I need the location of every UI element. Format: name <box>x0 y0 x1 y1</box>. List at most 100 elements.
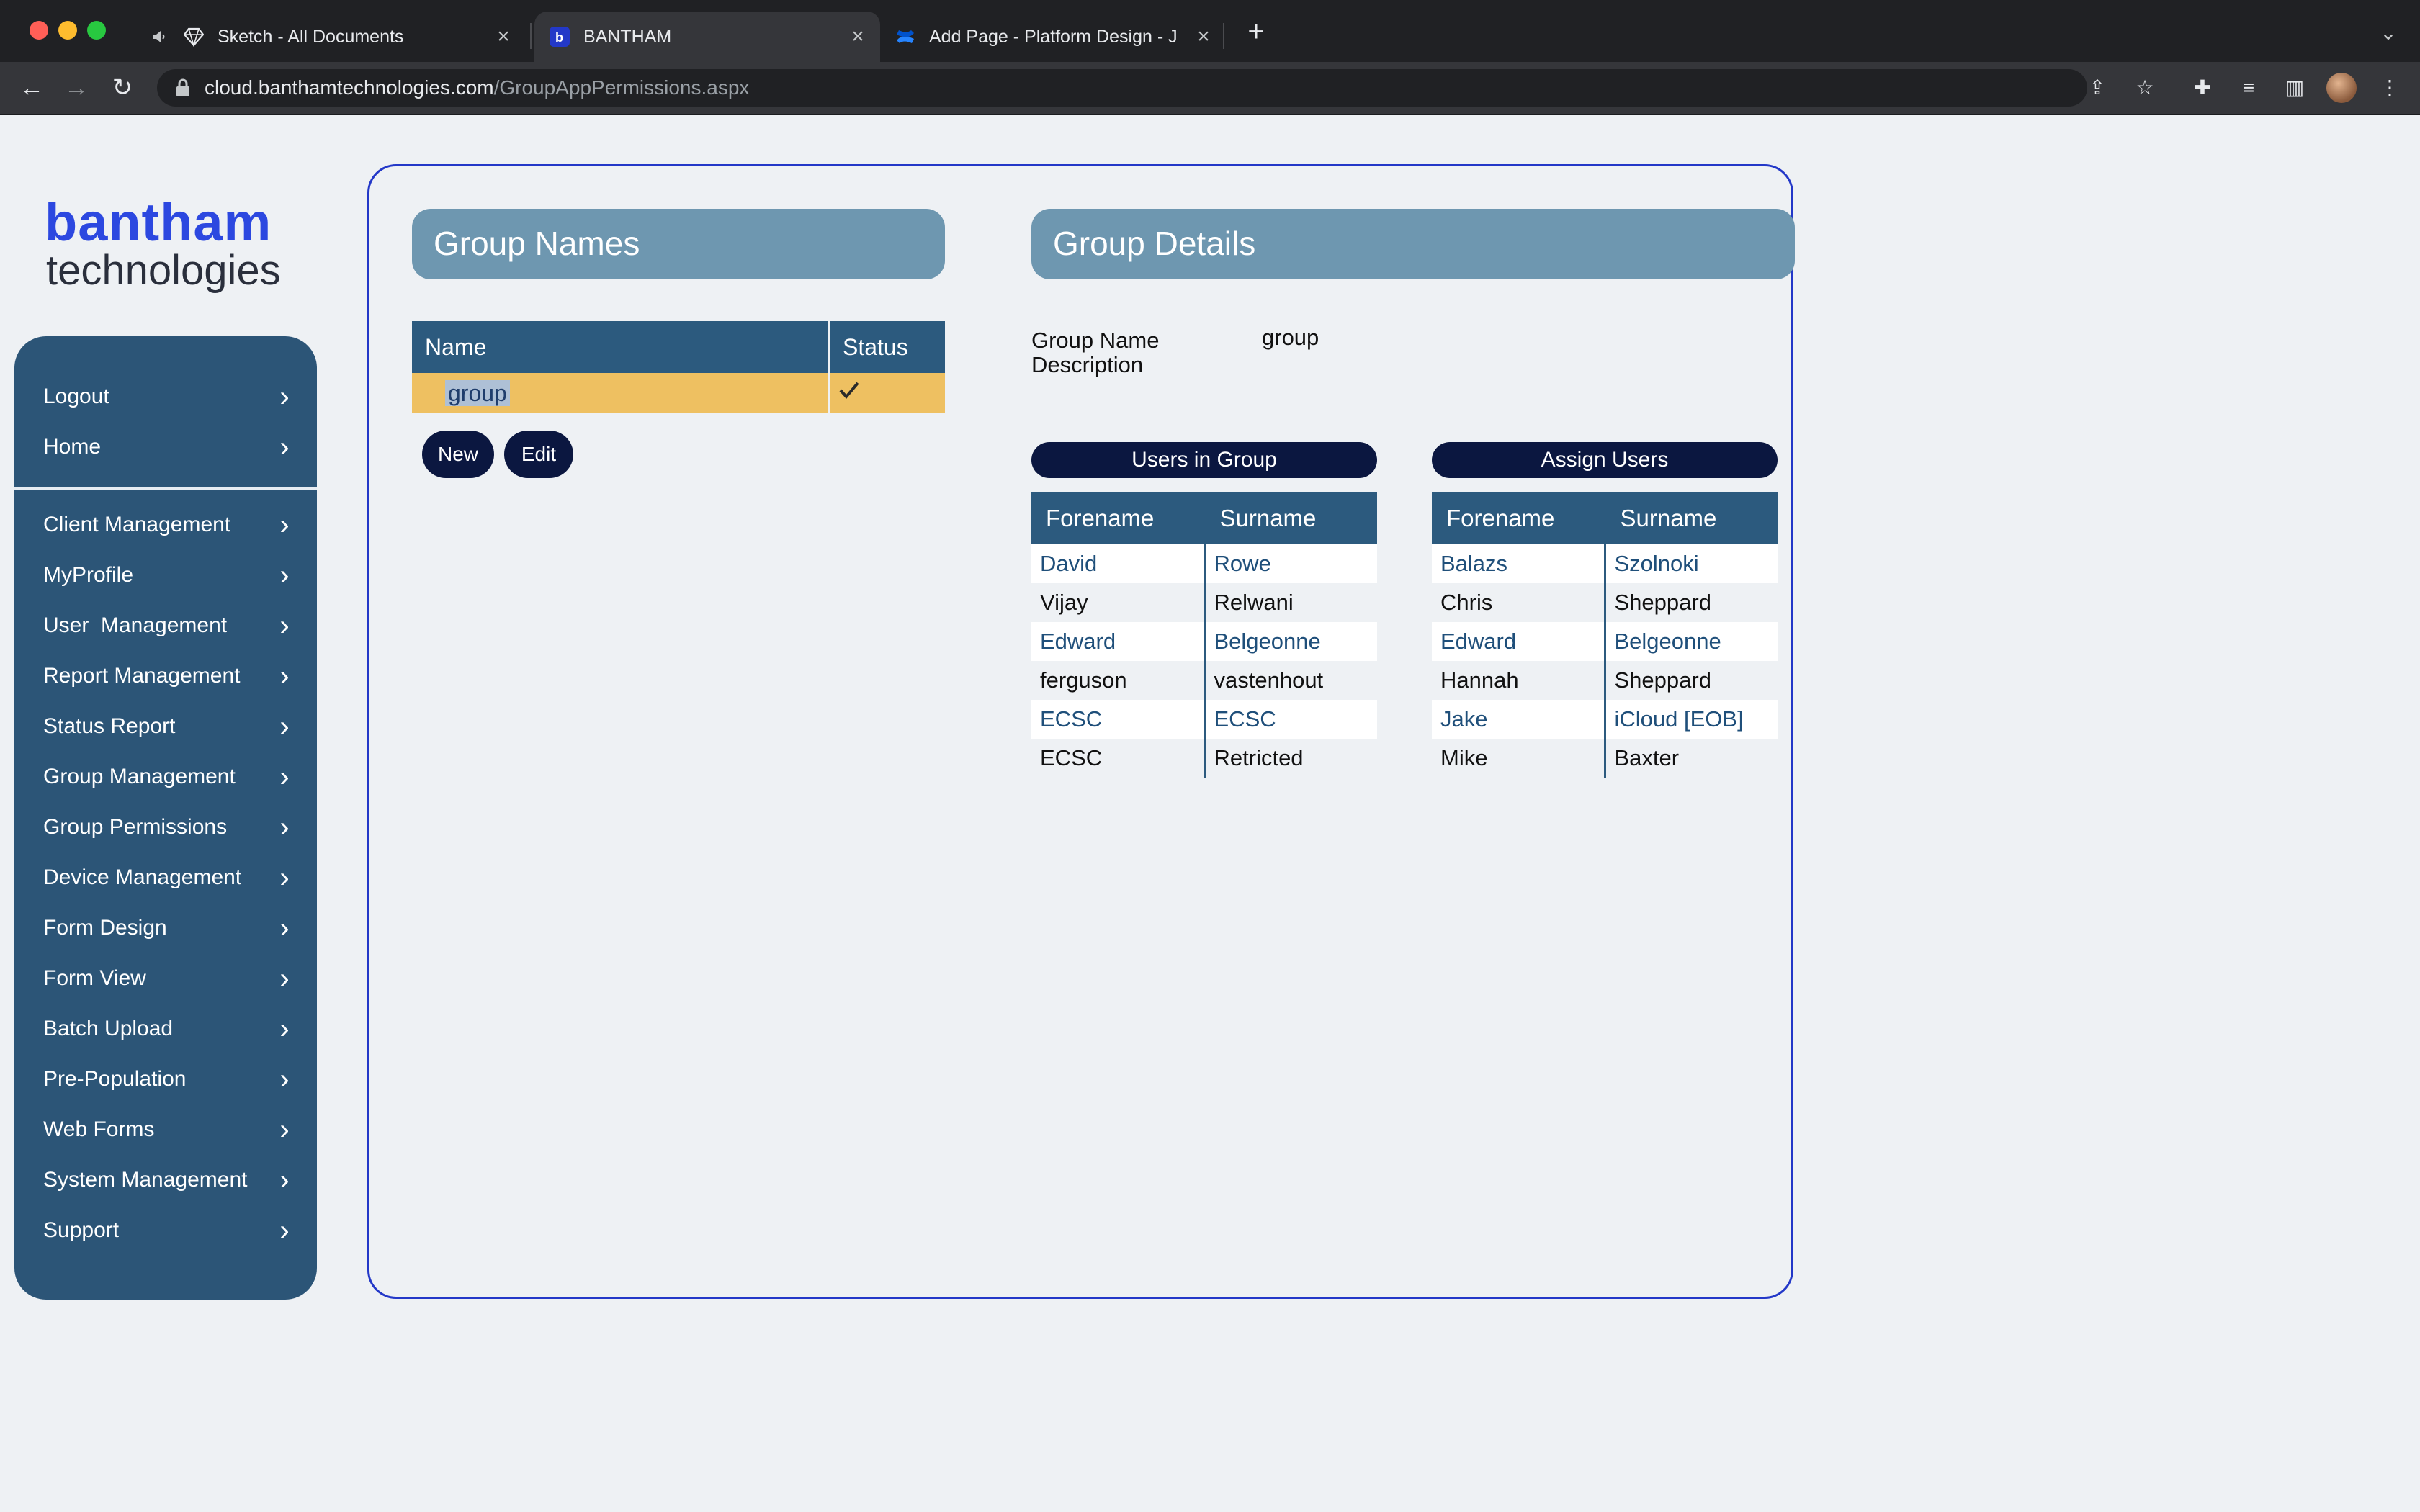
sidebar-item-form-view[interactable]: Form View › <box>43 957 295 1000</box>
browser-toolbar: ← → ↻ cloud.banthamtechnologies.com/Grou… <box>0 62 2420 115</box>
surname-cell: Retricted <box>1203 739 1377 778</box>
group-name-value: group <box>1262 325 1319 350</box>
sidebar-item-form-design[interactable]: Form Design › <box>43 906 295 950</box>
sidebar-item-group-management[interactable]: Group Management › <box>43 755 295 798</box>
sidebar-item-label: Batch Upload <box>43 1017 174 1040</box>
sidebar-item-report-management[interactable]: Report Management › <box>43 654 295 698</box>
reading-list-icon[interactable]: ≡ <box>2233 72 2264 104</box>
chevron-right-icon: › <box>279 963 290 994</box>
forename-cell: Balazs <box>1432 544 1605 583</box>
sidebar-item-user-management[interactable]: User Management › <box>43 604 295 647</box>
window-minimize-button[interactable] <box>58 21 77 40</box>
surname-cell: Baxter <box>1603 739 1778 778</box>
close-icon[interactable]: × <box>1193 24 1214 49</box>
sidebar-item-home[interactable]: Home › <box>43 426 295 469</box>
window-zoom-button[interactable] <box>87 21 106 40</box>
forename-cell: David <box>1031 544 1204 583</box>
sidebar-item-support[interactable]: Support › <box>43 1209 295 1252</box>
sidebar-item-label: Client Management <box>43 513 231 536</box>
chevron-right-icon: › <box>279 660 290 692</box>
table-row[interactable]: Hannah Sheppard <box>1432 661 1778 700</box>
chevron-right-icon: › <box>279 862 290 894</box>
tab-confluence[interactable]: Add Page - Platform Design - J × <box>880 12 1226 62</box>
description-label: Description <box>1031 352 1144 377</box>
forward-button[interactable]: → <box>60 72 92 104</box>
side-panel-icon[interactable]: ▥ <box>2279 72 2311 104</box>
table-row[interactable]: Edward Belgeonne <box>1432 622 1778 661</box>
table-row[interactable]: ferguson vastenhout <box>1031 661 1377 700</box>
address-bar[interactable]: cloud.banthamtechnologies.com/GroupAppPe… <box>157 69 2154 107</box>
edit-button[interactable]: Edit <box>504 431 573 478</box>
sidebar-item-device-management[interactable]: Device Management › <box>43 856 295 899</box>
table-row[interactable]: Vijay Relwani <box>1031 583 1377 622</box>
sidebar-item-pre-population[interactable]: Pre-Population › <box>43 1058 295 1101</box>
close-icon[interactable]: × <box>493 24 514 49</box>
sidebar-item-label: Group Management <box>43 765 236 788</box>
chevron-right-icon: › <box>279 559 290 591</box>
column-header-forename: Forename <box>1031 492 1204 544</box>
surname-cell: Sheppard <box>1603 583 1778 622</box>
chevron-right-icon: › <box>279 509 290 541</box>
sidebar-divider <box>14 487 317 490</box>
bookmark-star-icon[interactable]: ☆ <box>2129 72 2161 104</box>
chevron-right-icon: › <box>279 1114 290 1146</box>
column-header-status: Status <box>828 321 945 373</box>
tab-title: Sketch - All Documents <box>218 26 404 47</box>
group-names-header: Group Names <box>412 209 945 279</box>
sidebar-item-label: Form View <box>43 966 146 990</box>
sidebar-item-label: Status Report <box>43 714 176 738</box>
chevron-right-icon: › <box>279 1063 290 1095</box>
profile-avatar[interactable] <box>2326 73 2357 103</box>
sidebar-item-web-forms[interactable]: Web Forms › <box>43 1108 295 1151</box>
forename-cell: Vijay <box>1031 583 1204 622</box>
sidebar-item-batch-upload[interactable]: Batch Upload › <box>43 1007 295 1050</box>
chevron-right-icon: › <box>279 1164 290 1196</box>
sidebar-item-client-management[interactable]: Client Management › <box>43 503 295 546</box>
sidebar-item-label: Group Permissions <box>43 815 228 839</box>
sidebar-item-myprofile[interactable]: MyProfile › <box>43 554 295 597</box>
group-name-text: group <box>445 379 510 406</box>
lock-icon[interactable] <box>174 78 194 98</box>
sidebar-item-logout[interactable]: Logout › <box>43 375 295 418</box>
share-icon[interactable]: ⇪ <box>2081 72 2113 104</box>
sidebar-item-status-report[interactable]: Status Report › <box>43 705 295 748</box>
sidebar-item-label: Form Design <box>43 916 167 940</box>
back-button[interactable]: ← <box>16 72 48 104</box>
table-row[interactable]: Mike Baxter <box>1432 739 1778 778</box>
close-icon[interactable]: × <box>847 24 869 49</box>
new-tab-button[interactable]: + <box>1240 16 1272 48</box>
table-row[interactable]: ECSC Retricted <box>1031 739 1377 778</box>
sidebar-item-label: User Management <box>43 613 228 637</box>
confluence-icon <box>895 26 916 48</box>
table-row[interactable]: ECSC ECSC <box>1031 700 1377 739</box>
url-host: cloud.banthamtechnologies.com <box>205 76 494 99</box>
tab-sketch[interactable]: Sketch - All Documents × <box>137 12 526 62</box>
surname-cell: Belgeonne <box>1603 622 1778 661</box>
sidebar-item-group-permissions[interactable]: Group Permissions › <box>43 806 295 849</box>
svg-text:b: b <box>555 30 563 45</box>
chevron-right-icon: › <box>279 1215 290 1246</box>
url-path: /GroupAppPermissions.aspx <box>493 76 750 99</box>
sidebar-item-label: Report Management <box>43 664 241 688</box>
extensions-puzzle-icon[interactable]: ✚ <box>2187 72 2218 104</box>
sidebar-item-system-management[interactable]: System Management › <box>43 1158 295 1202</box>
speaker-icon[interactable] <box>151 26 169 48</box>
sidebar-item-label: Web Forms <box>43 1117 155 1141</box>
table-row[interactable]: Balazs Szolnoki <box>1432 544 1778 583</box>
new-button[interactable]: New <box>422 431 494 478</box>
tab-bantham[interactable]: b BANTHAM × <box>534 12 880 62</box>
forename-cell: ferguson <box>1031 661 1204 700</box>
reload-button[interactable]: ↻ <box>107 72 138 104</box>
tab-separator <box>1223 23 1224 49</box>
table-row[interactable]: Jake iCloud [EOB] <box>1432 700 1778 739</box>
more-menu-icon[interactable]: ⋮ <box>2374 72 2406 104</box>
table-row[interactable]: Chris Sheppard <box>1432 583 1778 622</box>
sidebar-item-label: Logout <box>43 384 109 408</box>
group-name-cell[interactable]: group <box>412 373 829 413</box>
table-row[interactable]: Edward Belgeonne <box>1031 622 1377 661</box>
tab-search-chevron-icon[interactable]: ⌄ <box>2374 19 2403 48</box>
table-row[interactable]: group <box>412 373 945 413</box>
assign-users-header: Assign Users <box>1432 442 1778 478</box>
table-row[interactable]: David Rowe <box>1031 544 1377 583</box>
window-close-button[interactable] <box>30 21 48 40</box>
